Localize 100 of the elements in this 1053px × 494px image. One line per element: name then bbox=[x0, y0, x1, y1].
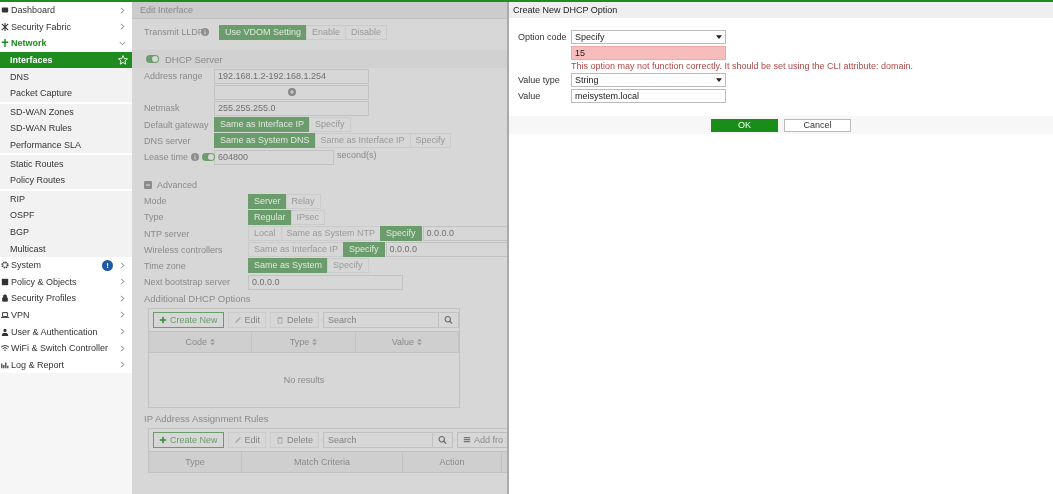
option-toggle[interactable]: Specify bbox=[380, 226, 422, 242]
section-title: DHCP Server bbox=[165, 53, 223, 65]
ok-button[interactable]: OK bbox=[711, 118, 778, 132]
submenu-label: Static Routes bbox=[10, 158, 64, 169]
chevron-icon bbox=[119, 23, 126, 31]
field-label: Mode bbox=[144, 196, 168, 207]
option-toggle[interactable]: Regular bbox=[248, 209, 292, 225]
sidebar-item[interactable]: Dashboard bbox=[0, 2, 132, 19]
search-field[interactable]: Search bbox=[323, 312, 459, 329]
option-toggle[interactable]: Same as System bbox=[248, 258, 329, 274]
sidebar-item[interactable]: User & Authentication bbox=[0, 323, 132, 340]
field-label: Next bootstrap server bbox=[144, 277, 232, 288]
input-field[interactable]: 15 bbox=[571, 46, 726, 60]
search-field[interactable]: Search bbox=[323, 432, 453, 449]
column-header[interactable]: Value bbox=[355, 332, 459, 353]
section-title: IP Address Assignment Rules bbox=[144, 411, 270, 426]
submenu-item[interactable]: SD-WAN Rules bbox=[0, 120, 132, 137]
field-label: Option code bbox=[518, 32, 568, 42]
toggle-switch[interactable] bbox=[146, 55, 159, 63]
column-header[interactable]: Match Criteria bbox=[242, 452, 403, 473]
info-icon bbox=[201, 28, 209, 36]
input-field[interactable]: 0.0.0.0 bbox=[248, 274, 403, 290]
option-code-dropdown[interactable]: Specify bbox=[571, 30, 726, 44]
column-header[interactable]: Code bbox=[149, 332, 253, 353]
submenu-label: BGP bbox=[10, 227, 29, 237]
submenu-label: Performance SLA bbox=[10, 140, 82, 151]
list-icon bbox=[462, 436, 471, 445]
field-label: Value type bbox=[518, 75, 561, 85]
chevron-icon bbox=[119, 261, 126, 269]
sort-icon[interactable] bbox=[312, 338, 318, 347]
submenu-label: OSPF bbox=[10, 210, 35, 221]
submenu-label: Policy Routes bbox=[10, 175, 66, 186]
collapse-icon[interactable] bbox=[144, 181, 152, 190]
field-label: DNS server bbox=[144, 135, 191, 146]
menu-label: Security Profiles bbox=[11, 293, 78, 304]
field-label: Value bbox=[518, 91, 542, 101]
submenu-item[interactable]: OSPF bbox=[0, 207, 132, 224]
input-field[interactable]: 0.0.0.0 bbox=[422, 226, 507, 242]
submenu-item[interactable]: Static Routes bbox=[0, 153, 132, 172]
plus-icon bbox=[159, 316, 167, 325]
menu-label: Policy & Objects bbox=[11, 276, 78, 287]
trash-icon bbox=[276, 316, 285, 325]
option-toggle[interactable]: Same as Interface IP bbox=[214, 117, 311, 133]
option-toggle[interactable]: IPsec bbox=[290, 209, 326, 225]
menu-label: VPN bbox=[11, 310, 31, 320]
sort-icon[interactable] bbox=[417, 338, 422, 347]
input-field[interactable]: 0.0.0.0 bbox=[385, 242, 507, 258]
option-toggle[interactable]: Same as System DNS bbox=[214, 133, 316, 149]
submenu-label: RIP bbox=[10, 193, 25, 204]
chevron-icon bbox=[119, 6, 126, 14]
field-label: Lease time bbox=[144, 152, 189, 163]
menu-label: User & Authentication bbox=[11, 326, 99, 337]
section-title: Additional DHCP Options bbox=[144, 291, 252, 306]
submenu-item[interactable]: Multicast bbox=[0, 240, 132, 257]
menu-label: System bbox=[11, 260, 42, 271]
sort-icon[interactable] bbox=[209, 338, 215, 347]
submenu-item[interactable]: DNS bbox=[0, 68, 132, 85]
pencil-icon bbox=[233, 436, 242, 445]
toggle-switch[interactable] bbox=[202, 153, 216, 162]
sidebar-item[interactable]: Log & Report bbox=[0, 356, 132, 374]
empty-message: No results bbox=[283, 375, 325, 386]
option-toggle[interactable]: Use VDOM Setting bbox=[219, 24, 308, 40]
option-toggle[interactable]: Disable bbox=[345, 24, 388, 40]
input-field[interactable]: 255.255.255.0 bbox=[214, 100, 369, 116]
sidebar-item[interactable]: Security Profiles bbox=[0, 290, 132, 307]
chevron-icon bbox=[119, 361, 126, 369]
option-toggle[interactable]: Specify bbox=[343, 242, 385, 258]
field-label: Default gateway bbox=[144, 119, 209, 130]
field-label: NTP server bbox=[144, 228, 191, 239]
option-toggle[interactable]: Server bbox=[248, 193, 287, 209]
input-field[interactable]: 604800 bbox=[214, 149, 334, 165]
value-type-dropdown[interactable]: String bbox=[571, 73, 726, 87]
section-title: Advanced bbox=[157, 180, 198, 191]
column-header[interactable]: Type bbox=[149, 452, 242, 473]
column-header[interactable]: Action bbox=[403, 452, 502, 473]
toolbar-button[interactable]: Create New bbox=[153, 432, 224, 449]
plus-icon bbox=[287, 88, 296, 97]
menu-label: Security Fabric bbox=[11, 21, 73, 32]
submenu-label: SD-WAN Rules bbox=[10, 123, 72, 134]
star-icon[interactable] bbox=[118, 55, 128, 66]
submenu-label: Multicast bbox=[10, 243, 46, 254]
field-label: Netmask bbox=[144, 103, 180, 114]
caret-icon bbox=[716, 35, 722, 39]
cancel-button[interactable]: Cancel bbox=[784, 118, 851, 132]
add-range-button[interactable] bbox=[214, 84, 369, 100]
trash-icon bbox=[276, 436, 285, 445]
option-toggle[interactable]: Local bbox=[248, 226, 282, 242]
sidebar-item[interactable]: Network bbox=[0, 35, 132, 52]
plus-icon bbox=[159, 436, 167, 445]
column-header[interactable]: Type bbox=[252, 332, 356, 353]
option-toggle[interactable]: Enable bbox=[306, 24, 347, 40]
input-field[interactable]: 192.168.1.2-192.168.1.254 bbox=[214, 68, 369, 84]
menu-label: WiFi & Switch Controller bbox=[11, 343, 110, 354]
error-message: This option may not function correctly. It should be set using the CLI attribute: domain. bbox=[570, 61, 914, 72]
toolbar-button[interactable]: Create New bbox=[153, 312, 224, 329]
chevron-icon bbox=[119, 40, 126, 47]
option-toggle[interactable]: Specify bbox=[409, 133, 452, 149]
pencil-icon bbox=[233, 316, 242, 325]
input-field[interactable]: meisystem.local bbox=[571, 89, 726, 103]
panel-header: Edit Interface bbox=[132, 2, 507, 19]
